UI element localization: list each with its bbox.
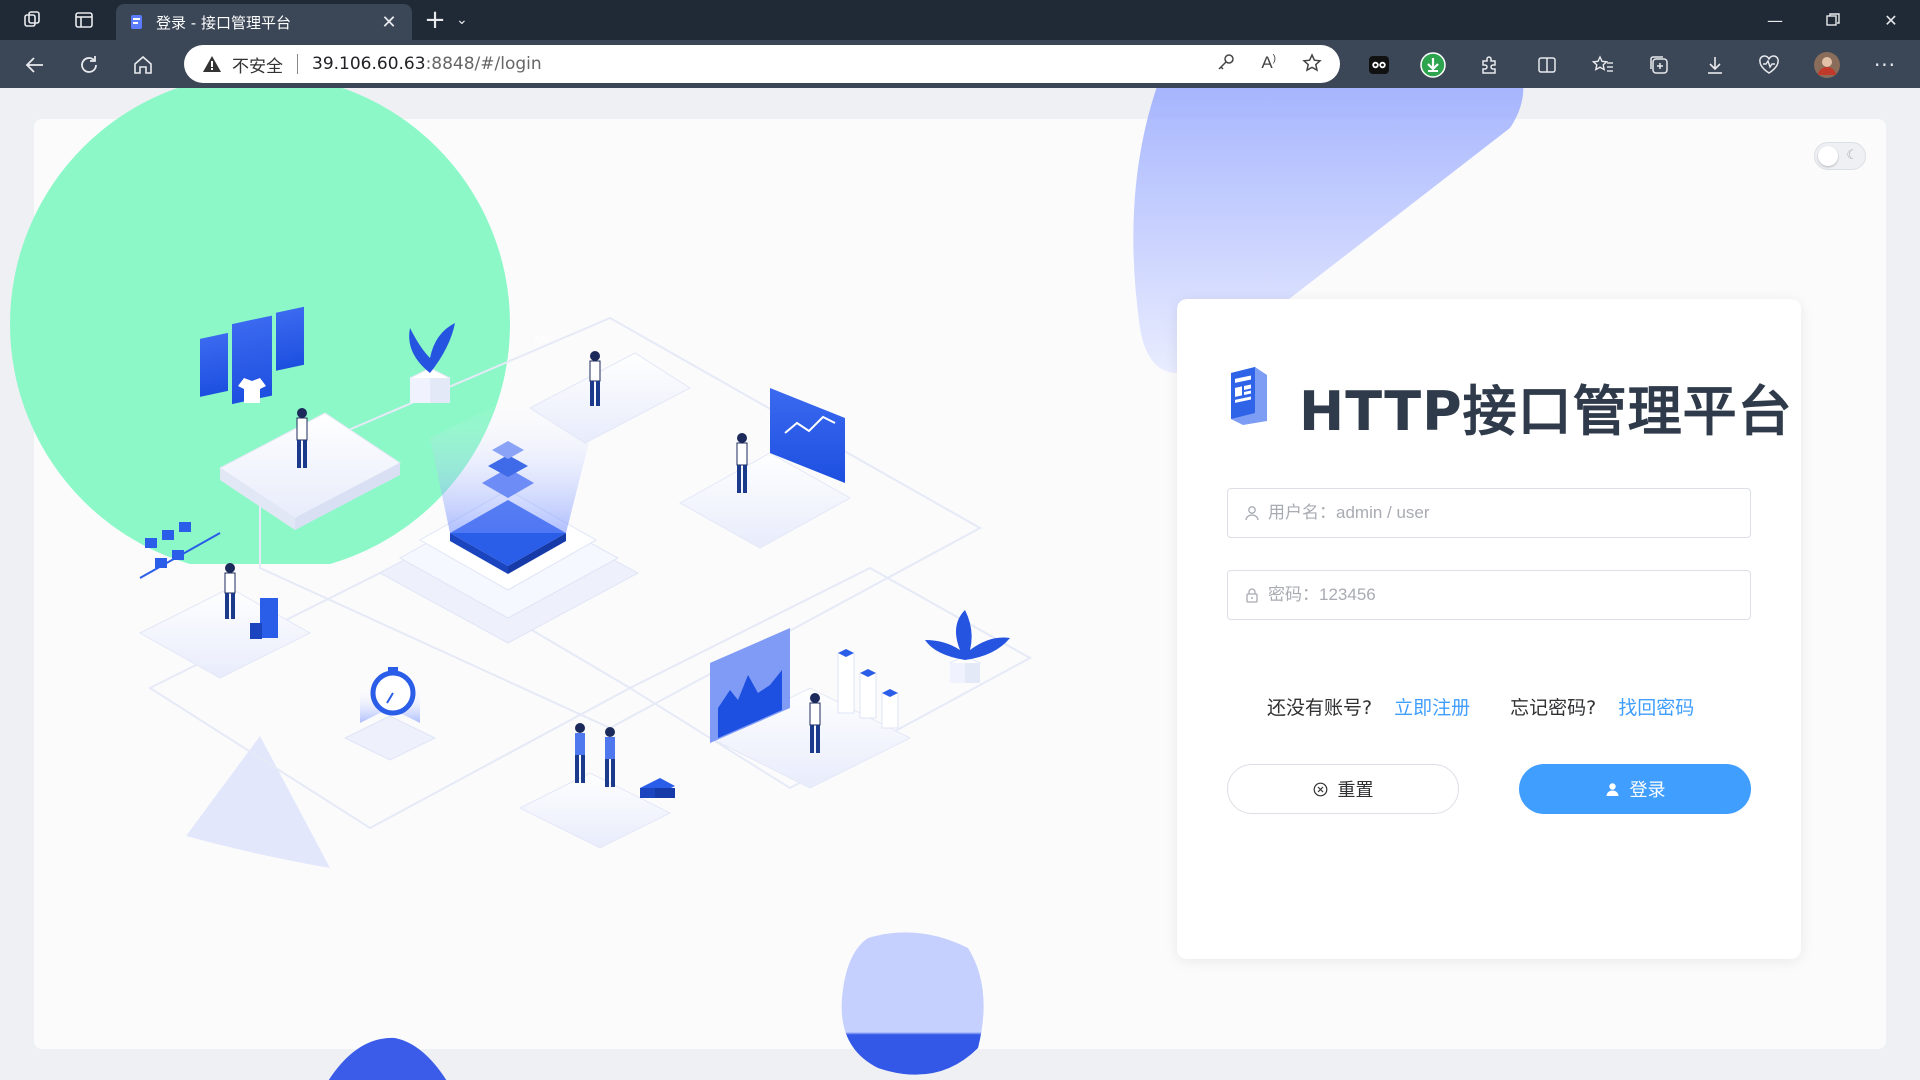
minimize-icon[interactable]: —	[1746, 0, 1804, 40]
login-button[interactable]: 登录	[1519, 764, 1751, 814]
register-link[interactable]: 立即注册	[1394, 693, 1470, 720]
user-icon	[1245, 506, 1259, 521]
address-bar[interactable]: 不安全 39.106.60.63 :8848/#/login A)	[184, 45, 1340, 83]
tab-title: 登录 - 接口管理平台	[156, 13, 291, 32]
address-separator	[297, 54, 298, 74]
extension-download-icon[interactable]	[1418, 50, 1448, 80]
moon-icon: ☾	[1846, 148, 1858, 163]
recover-password-link[interactable]: 找回密码	[1618, 693, 1694, 720]
platform-logo-icon	[1231, 367, 1267, 425]
close-window-icon[interactable]: ✕	[1862, 0, 1920, 40]
extensions-puzzle-icon[interactable]	[1474, 50, 1504, 80]
page-title: HTTP接口管理平台	[1299, 380, 1793, 443]
bottom-blob-decoration	[841, 932, 984, 1075]
tab-favicon-icon	[131, 15, 142, 29]
page-viewport: ☾ APS HTTP接口管理平台 用户名：admin / user 还没有账号?…	[0, 88, 1920, 1080]
password-input[interactable]	[1268, 585, 1734, 605]
tab-list-chevron-icon[interactable]: ⌄	[456, 12, 468, 28]
collections-icon[interactable]	[1644, 50, 1674, 80]
toggle-knob	[1818, 146, 1838, 166]
security-label[interactable]: 不安全	[232, 52, 283, 77]
username-input[interactable]	[1268, 503, 1734, 523]
reset-button[interactable]: 重置	[1227, 764, 1459, 814]
reset-button-label: 重置	[1337, 780, 1374, 801]
account-links: 还没有账号? 立即注册 忘记密码? 找回密码	[1227, 693, 1751, 720]
tab-login[interactable]: 登录 - 接口管理平台 ✕	[116, 4, 412, 40]
refresh-icon[interactable]	[74, 50, 104, 80]
lock-icon	[1246, 588, 1258, 603]
isometric-illustration: APS	[138, 306, 1033, 849]
warning-icon[interactable]	[202, 54, 222, 74]
split-screen-icon[interactable]	[1532, 50, 1562, 80]
browser-titlebar: 登录 - 接口管理平台 ✕ + ⌄ — ✕	[0, 0, 1920, 40]
home-icon[interactable]	[128, 50, 158, 80]
dark-mode-toggle[interactable]: ☾	[1814, 142, 1866, 170]
read-aloud-icon[interactable]: A)	[1261, 53, 1276, 77]
workspaces-icon[interactable]	[20, 8, 44, 32]
favorites-icon[interactable]	[1588, 50, 1618, 80]
url-path: :8848/#/login	[425, 54, 542, 74]
back-icon[interactable]	[20, 50, 50, 80]
favorite-star-icon[interactable]	[1302, 53, 1322, 77]
svg-text:APS: APS	[534, 335, 549, 344]
no-account-text: 还没有账号?	[1267, 697, 1373, 719]
forgot-password-text: 忘记密码?	[1510, 697, 1597, 719]
settings-more-icon[interactable]: ···	[1870, 50, 1900, 80]
username-field[interactable]	[1227, 488, 1751, 538]
login-card: HTTP接口管理平台 还没有账号? 立即注册 忘记密码? 找回密码 重置 登录	[1177, 299, 1801, 959]
login-button-label: 登录	[1629, 780, 1666, 801]
restore-icon[interactable]	[1804, 0, 1862, 40]
key-icon[interactable]	[1217, 53, 1235, 77]
tab-actions-icon[interactable]	[72, 8, 96, 32]
password-field[interactable]	[1227, 570, 1751, 620]
bottom-left-blob-decoration	[328, 1037, 447, 1080]
browser-toolbar: 不安全 39.106.60.63 :8848/#/login A) ···	[0, 40, 1920, 88]
downloads-icon[interactable]	[1700, 50, 1730, 80]
url-host: 39.106.60.63	[312, 54, 426, 74]
browser-essentials-icon[interactable]	[1754, 50, 1784, 80]
extension-eyes-icon[interactable]	[1364, 50, 1394, 80]
new-tab-icon[interactable]: +	[420, 6, 450, 34]
platform-left-top	[219, 412, 401, 530]
tab-close-icon[interactable]: ✕	[378, 12, 400, 33]
user-filled-icon	[1605, 782, 1620, 797]
profile-avatar[interactable]	[1812, 50, 1842, 80]
reset-circle-x-icon	[1313, 782, 1328, 797]
